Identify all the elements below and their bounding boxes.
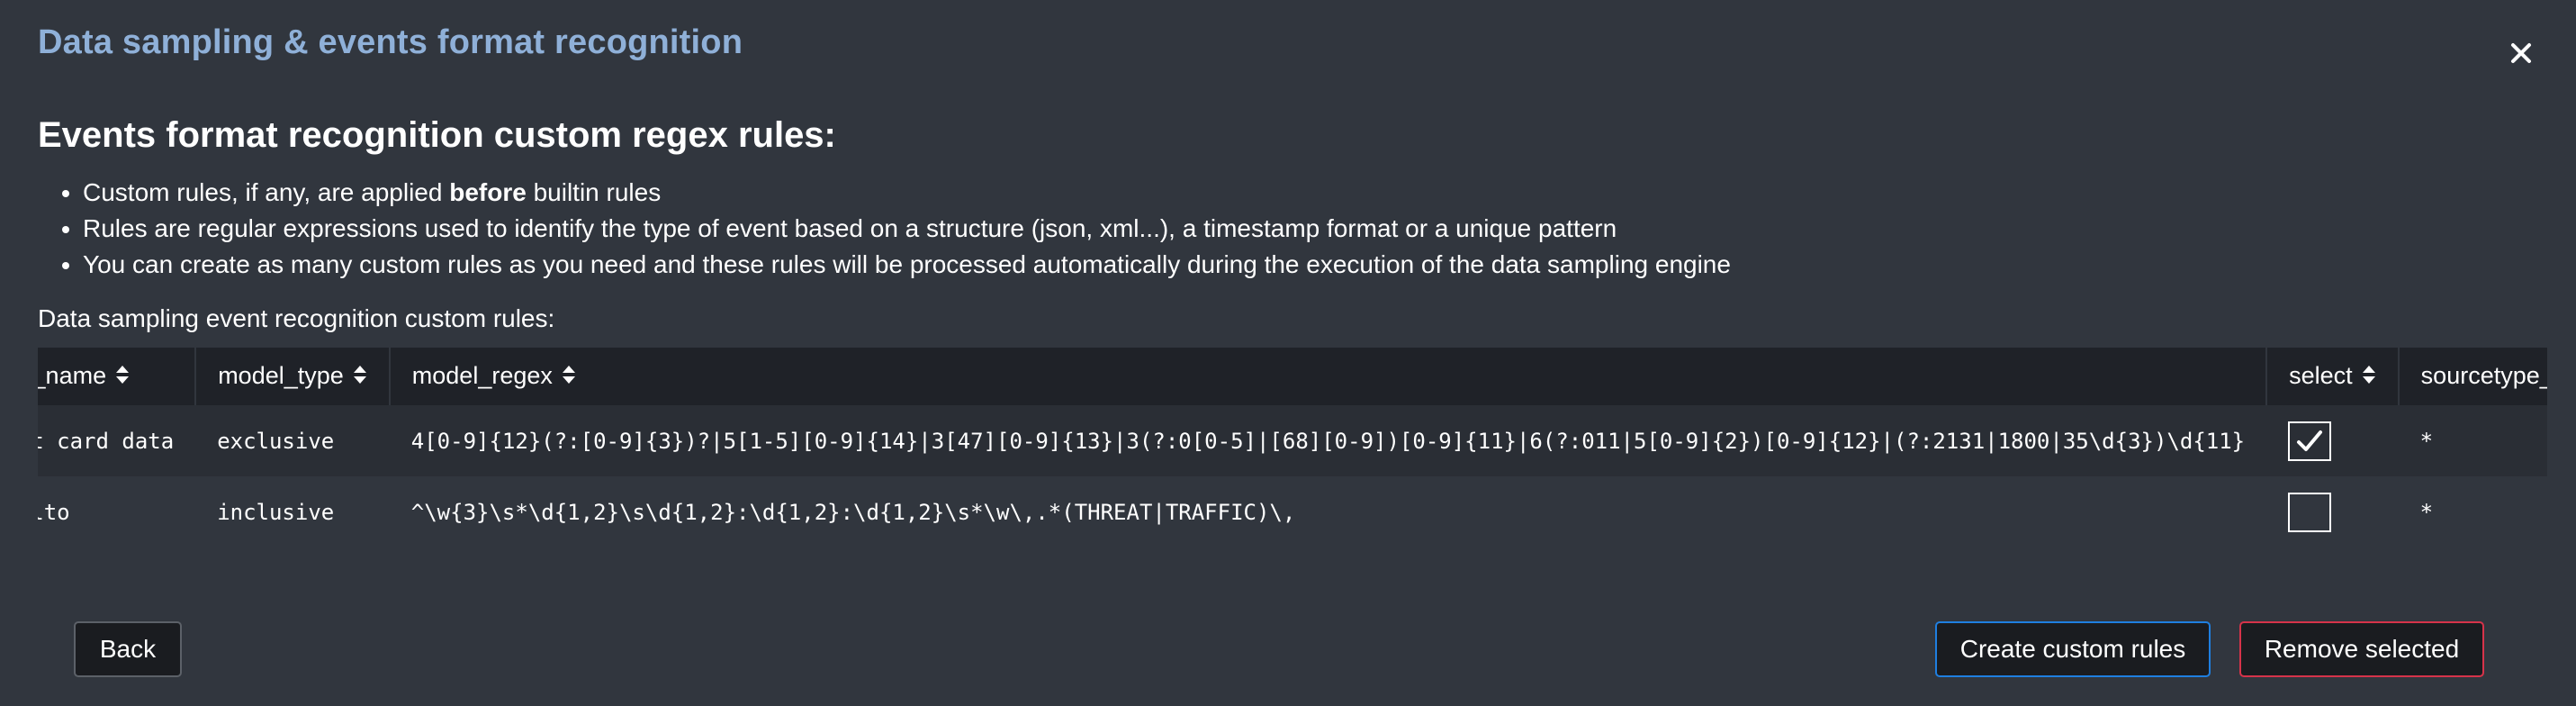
create-custom-rules-button[interactable]: Create custom rules bbox=[1935, 621, 2211, 677]
column-header-model-regex[interactable]: model_regex bbox=[389, 348, 2268, 405]
checkmark-icon bbox=[2297, 430, 2323, 451]
sort-icon bbox=[115, 363, 130, 391]
select-checkbox[interactable] bbox=[2288, 492, 2332, 532]
sort-icon bbox=[353, 363, 367, 391]
table-row: credit card data exclusive 4[0-9]{12}(?:… bbox=[38, 405, 2547, 476]
sort-icon bbox=[562, 363, 576, 391]
back-button[interactable]: Back bbox=[74, 621, 182, 677]
column-header-sourcetype-scope[interactable]: sourcetype_scope bbox=[2398, 348, 2547, 405]
section-heading: Events format recognition custom regex r… bbox=[38, 115, 836, 155]
info-bullet: Rules are regular expressions used to id… bbox=[83, 211, 1731, 247]
column-header-select[interactable]: select bbox=[2266, 348, 2400, 405]
cell-model-type: exclusive bbox=[195, 405, 390, 476]
cell-select bbox=[2266, 476, 2399, 548]
select-checkbox[interactable] bbox=[2288, 421, 2332, 461]
cell-model-name: credit card data bbox=[38, 405, 196, 476]
column-header-model-name[interactable]: model_name bbox=[38, 348, 197, 405]
cell-model-regex: 4[0-9]{12}(?:[0-9]{3})?|5[1-5][0-9]{14}|… bbox=[389, 405, 2267, 476]
cell-model-name: paloalto bbox=[38, 476, 196, 548]
cell-sourcetype-scope: * bbox=[2398, 476, 2547, 548]
cell-model-regex: ^\w{3}\s*\d{1,2}\s\d{1,2}:\d{1,2}:\d{1,2… bbox=[389, 476, 2267, 548]
table-row: paloalto inclusive ^\w{3}\s*\d{1,2}\s\d{… bbox=[38, 476, 2547, 548]
info-bullet-list: Custom rules, if any, are applied before… bbox=[38, 175, 1731, 283]
rules-table: model_name model_type model_regex select… bbox=[38, 348, 2547, 548]
cell-model-type: inclusive bbox=[195, 476, 390, 548]
info-bullet: You can create as many custom rules as y… bbox=[83, 247, 1731, 283]
column-header-model-type[interactable]: model_type bbox=[195, 348, 391, 405]
cell-select bbox=[2266, 405, 2399, 476]
close-icon bbox=[2511, 43, 2531, 63]
table-caption: Data sampling event recognition custom r… bbox=[38, 304, 555, 332]
sort-icon bbox=[2362, 363, 2376, 391]
remove-selected-button[interactable]: Remove selected bbox=[2239, 621, 2484, 677]
info-bullet: Custom rules, if any, are applied before… bbox=[83, 175, 1731, 211]
close-button[interactable] bbox=[2499, 31, 2544, 76]
cell-sourcetype-scope: * bbox=[2398, 405, 2547, 476]
table-header-row: model_name model_type model_regex select… bbox=[38, 348, 2547, 405]
rules-table-container[interactable]: model_name model_type model_regex select… bbox=[38, 348, 2547, 548]
modal-title: Data sampling & events format recognitio… bbox=[38, 23, 743, 61]
